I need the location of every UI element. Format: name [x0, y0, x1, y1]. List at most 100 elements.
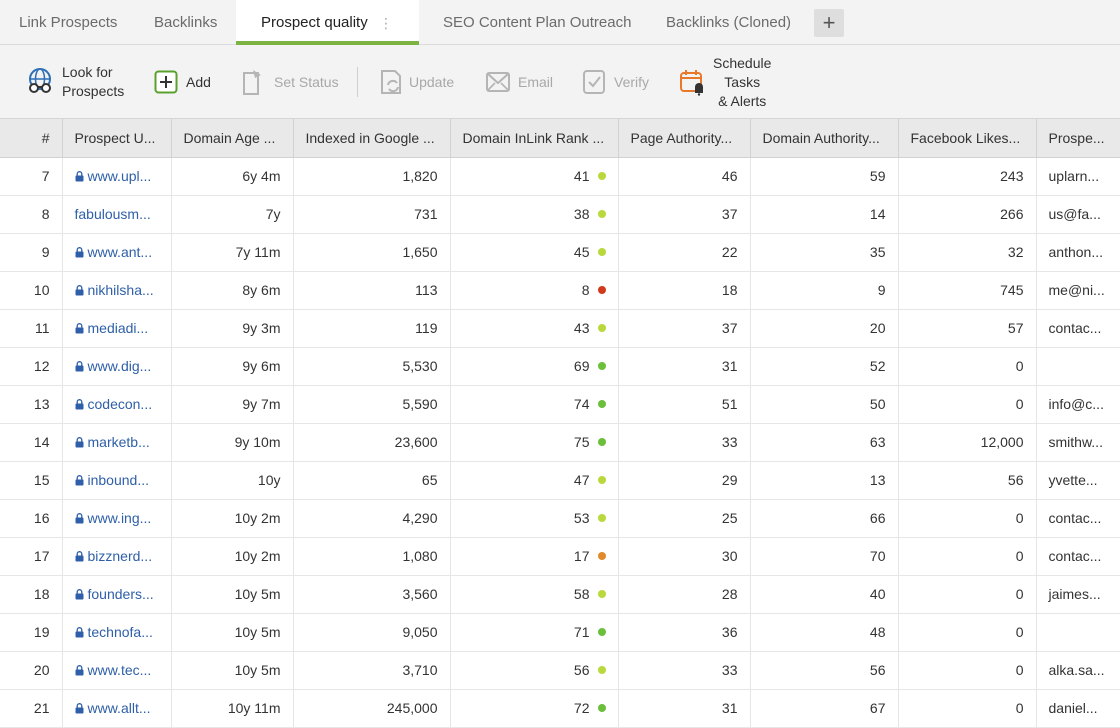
column-header-indexed-in-google[interactable]: Indexed in Google ... — [293, 119, 451, 158]
cell-facebook-likes: 243 — [898, 157, 1037, 196]
cell-prospect-url[interactable]: www.allt... — [62, 689, 172, 728]
cell-domain-inlink-rank: 74 — [450, 385, 619, 424]
cell-prospect-url[interactable]: mediadi... — [62, 309, 172, 348]
column-header-page-authority[interactable]: Page Authority... — [618, 119, 751, 158]
table-row[interactable]: 20 www.tec... 10y 5m 3,710 56 33 56 0 alka.sa... — [0, 651, 1120, 690]
cell-domain-authority: 70 — [750, 537, 899, 576]
set-status-button[interactable]: Set Status — [241, 45, 339, 119]
prospect-url-text: codecon... — [87, 396, 153, 412]
cell-indexed-in-google: 731 — [293, 195, 451, 234]
tab-prospect-quality[interactable]: Prospect quality ⋮ — [236, 0, 419, 45]
cell-prospect-url[interactable]: www.tec... — [62, 651, 172, 690]
cell-page-authority: 18 — [618, 271, 751, 310]
table-row[interactable]: 15 inbound... 10y 65 47 29 13 56 yvette... — [0, 461, 1120, 500]
cell-domain-age: 10y — [171, 461, 294, 500]
add-icon — [154, 70, 178, 94]
table-row[interactable]: 18 founders... 10y 5m 3,560 58 28 40 0 jaimes... — [0, 575, 1120, 614]
table-row[interactable]: 8 fabulousm... 7y 731 38 37 14 266 us@fa... — [0, 195, 1120, 234]
cell-number: 16 — [0, 499, 63, 538]
cell-prospect-url[interactable]: codecon... — [62, 385, 172, 424]
column-header-domain-age[interactable]: Domain Age ... — [171, 119, 294, 158]
cell-number: 19 — [0, 613, 63, 652]
cell-domain-inlink-rank: 56 — [450, 651, 619, 690]
cell-domain-authority: 50 — [750, 385, 899, 424]
look-for-label-line2: Prospects — [62, 83, 125, 99]
set-status-label: Set Status — [274, 73, 339, 90]
cell-prospect-url[interactable]: www.ant... — [62, 233, 172, 272]
rank-indicator-dot — [597, 704, 606, 712]
cell-domain-inlink-rank: 72 — [450, 689, 619, 728]
cell-facebook-likes: 745 — [898, 271, 1037, 310]
table-row[interactable]: 19 technofa... 10y 5m 9,050 71 36 48 0 — [0, 613, 1120, 652]
tab-menu-icon[interactable]: ⋮ — [379, 0, 393, 46]
add-button[interactable]: Add — [154, 45, 211, 119]
column-header-prospect-url[interactable]: Prospect U... — [62, 119, 172, 158]
tab-backlinks-cloned[interactable]: Backlinks (Cloned) — [666, 0, 791, 45]
column-header-domain-authority[interactable]: Domain Authority... — [750, 119, 899, 158]
cell-prospect-email — [1036, 613, 1120, 652]
table-row[interactable]: 13 codecon... 9y 7m 5,590 74 51 50 0 info@c... — [0, 385, 1120, 424]
cell-prospect-url[interactable]: www.dig... — [62, 347, 172, 386]
cell-indexed-in-google: 5,530 — [293, 347, 451, 386]
tab-backlinks[interactable]: Backlinks — [154, 0, 217, 45]
cell-page-authority: 31 — [618, 347, 751, 386]
cell-domain-inlink-rank: 45 — [450, 233, 619, 272]
table-header-row: # Prospect U... Domain Age ... Indexed i… — [0, 119, 1120, 158]
look-for-prospects-button[interactable]: Look for Prospects — [26, 45, 124, 119]
cell-domain-authority: 48 — [750, 613, 899, 652]
inlink-rank-value: 8 — [581, 282, 590, 298]
cell-page-authority: 25 — [618, 499, 751, 538]
cell-prospect-url[interactable]: www.upl... — [62, 157, 172, 196]
add-tab-button[interactable]: + — [814, 9, 844, 37]
column-header-number[interactable]: # — [0, 119, 63, 158]
update-button[interactable]: Update — [379, 45, 454, 119]
table-row[interactable]: 14 marketb... 9y 10m 23,600 75 33 63 12,000 smit… — [0, 423, 1120, 462]
tab-seo-content-plan-outreach[interactable]: SEO Content Plan Outreach — [443, 0, 631, 45]
lock-icon — [75, 171, 83, 182]
inlink-rank-value: 41 — [573, 168, 590, 184]
schedule-tasks-alerts-button[interactable]: Schedule Tasks & Alerts — [679, 45, 771, 119]
prospect-url-text: bizznerd... — [87, 548, 153, 564]
column-header-domain-inlink-rank[interactable]: Domain InLink Rank ... — [450, 119, 619, 158]
inlink-rank-value: 53 — [573, 510, 590, 526]
prospect-url-text: nikhilsha... — [87, 282, 154, 298]
tab-link-prospects[interactable]: Link Prospects — [19, 0, 117, 45]
lock-icon — [75, 323, 83, 334]
email-button[interactable]: Email — [485, 45, 553, 119]
column-header-facebook-likes[interactable]: Facebook Likes... — [898, 119, 1037, 158]
cell-domain-inlink-rank: 41 — [450, 157, 619, 196]
cell-domain-age: 10y 5m — [171, 613, 294, 652]
table-row[interactable]: 17 bizznerd... 10y 2m 1,080 17 30 70 0 contac... — [0, 537, 1120, 576]
verify-button[interactable]: Verify — [582, 45, 649, 119]
column-header-prospect-email[interactable]: Prospe... — [1036, 119, 1120, 158]
cell-prospect-url[interactable]: marketb... — [62, 423, 172, 462]
cell-prospect-url[interactable]: nikhilsha... — [62, 271, 172, 310]
lock-icon — [75, 551, 83, 562]
cell-domain-authority: 13 — [750, 461, 899, 500]
table-row[interactable]: 12 www.dig... 9y 6m 5,530 69 31 52 0 — [0, 347, 1120, 386]
cell-domain-authority: 35 — [750, 233, 899, 272]
cell-prospect-url[interactable]: inbound... — [62, 461, 172, 500]
table-row[interactable]: 9 www.ant... 7y 11m 1,650 45 22 35 32 anthon... — [0, 233, 1120, 272]
rank-indicator-dot — [597, 210, 606, 218]
table-row[interactable]: 10 nikhilsha... 8y 6m 113 8 18 9 745 me@ni... — [0, 271, 1120, 310]
cell-prospect-email: uplarn... — [1036, 157, 1120, 196]
cell-number: 20 — [0, 651, 63, 690]
cell-prospect-url[interactable]: www.ing... — [62, 499, 172, 538]
table-row[interactable]: 11 mediadi... 9y 3m 119 43 37 20 57 contac... — [0, 309, 1120, 348]
cell-prospect-url[interactable]: bizznerd... — [62, 537, 172, 576]
cell-prospect-url[interactable]: founders... — [62, 575, 172, 614]
cell-facebook-likes: 0 — [898, 499, 1037, 538]
cell-page-authority: 51 — [618, 385, 751, 424]
table-row[interactable]: 7 www.upl... 6y 4m 1,820 41 46 59 243 uplarn... — [0, 157, 1120, 196]
table-row[interactable]: 21 www.allt... 10y 11m 245,000 72 31 67 0 daniel… — [0, 689, 1120, 728]
checkbox-check-icon — [583, 70, 605, 94]
cell-indexed-in-google: 1,080 — [293, 537, 451, 576]
lock-icon — [75, 627, 83, 638]
cell-prospect-url[interactable]: technofa... — [62, 613, 172, 652]
cell-domain-age: 9y 7m — [171, 385, 294, 424]
cell-prospect-url[interactable]: fabulousm... — [62, 195, 172, 234]
table-row[interactable]: 16 www.ing... 10y 2m 4,290 53 25 66 0 contac... — [0, 499, 1120, 538]
cell-prospect-email: us@fa... — [1036, 195, 1120, 234]
cell-domain-authority: 14 — [750, 195, 899, 234]
